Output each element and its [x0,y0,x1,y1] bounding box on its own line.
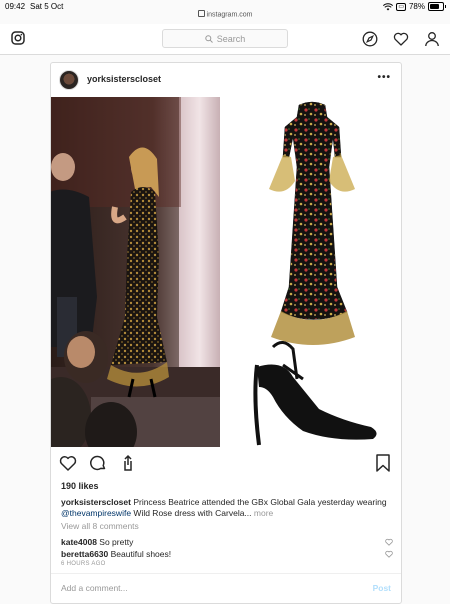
post-image[interactable] [51,97,401,447]
instagram-logo-icon[interactable] [11,31,25,45]
caption-mention[interactable]: @thevampireswife [61,508,131,518]
comment-icon[interactable] [89,454,107,472]
divider [51,573,401,574]
comment-text: Beautiful shoes! [110,549,172,559]
status-indicators: ▭ 78% [383,2,446,11]
like-heart-icon[interactable] [59,454,77,472]
comment-like-icon[interactable] [385,550,393,558]
event-photo [51,97,220,447]
like-count[interactable]: 190 likes [61,481,99,491]
post-timestamp: 6 HOURS AGO [61,561,106,567]
profile-icon[interactable] [424,31,440,47]
url-text: instagram.com [206,11,253,19]
view-all-comments[interactable]: View all 8 comments [61,521,139,531]
post-username[interactable]: yorksisterscloset [87,74,161,84]
explore-icon[interactable] [362,31,378,47]
bookmark-icon[interactable] [375,454,391,472]
caption-more-link[interactable]: more [254,508,273,518]
comment: beretta6630 Beautiful shoes! [61,549,393,559]
shoe-image [253,341,377,446]
nav-icons [362,31,440,47]
search-icon [205,34,213,43]
top-nav: Search [0,24,450,55]
add-comment-input[interactable]: Add a comment... [61,583,128,593]
search-placeholder: Search [216,33,246,44]
share-icon[interactable] [119,454,137,472]
battery-percent-icon: ▭ [396,2,406,11]
comment-username[interactable]: beretta6630 [61,549,108,559]
dress-image [269,101,355,345]
status-time: 09:42 [5,2,26,11]
caption-username[interactable]: yorksisterscloset [61,497,131,507]
lock-icon [197,10,205,17]
wifi-icon [383,3,394,11]
battery-icon [428,2,446,11]
address-bar[interactable]: instagram.com [0,10,450,19]
post-comment-button[interactable]: Post [373,583,391,593]
status-bar: 09:42 Sat 5 Oct ▭ 78% instagram.com [0,0,450,18]
comment-like-icon[interactable] [385,538,393,546]
comment-username[interactable]: kate4008 [61,537,97,547]
post-actions [59,454,137,472]
post-header: yorksisterscloset ••• [51,63,401,96]
caption-text-2: Wild Rose dress with Carvela... [133,508,252,518]
status-date: Sat 5 Oct [30,2,64,11]
battery-percent: 78% [408,2,425,11]
comment-text: So pretty [99,537,134,547]
more-options-icon[interactable]: ••• [377,72,391,83]
post-card: yorksisterscloset ••• 190 likes yorksist… [50,62,402,604]
product-images [223,97,401,447]
caption-text: Princess Beatrice attended the GBx Globa… [133,497,387,507]
post-caption: yorksisterscloset Princess Beatrice atte… [61,497,391,519]
search-input[interactable]: Search [162,29,288,48]
activity-heart-icon[interactable] [393,31,409,47]
avatar[interactable] [59,70,79,90]
comment: kate4008 So pretty [61,537,393,547]
